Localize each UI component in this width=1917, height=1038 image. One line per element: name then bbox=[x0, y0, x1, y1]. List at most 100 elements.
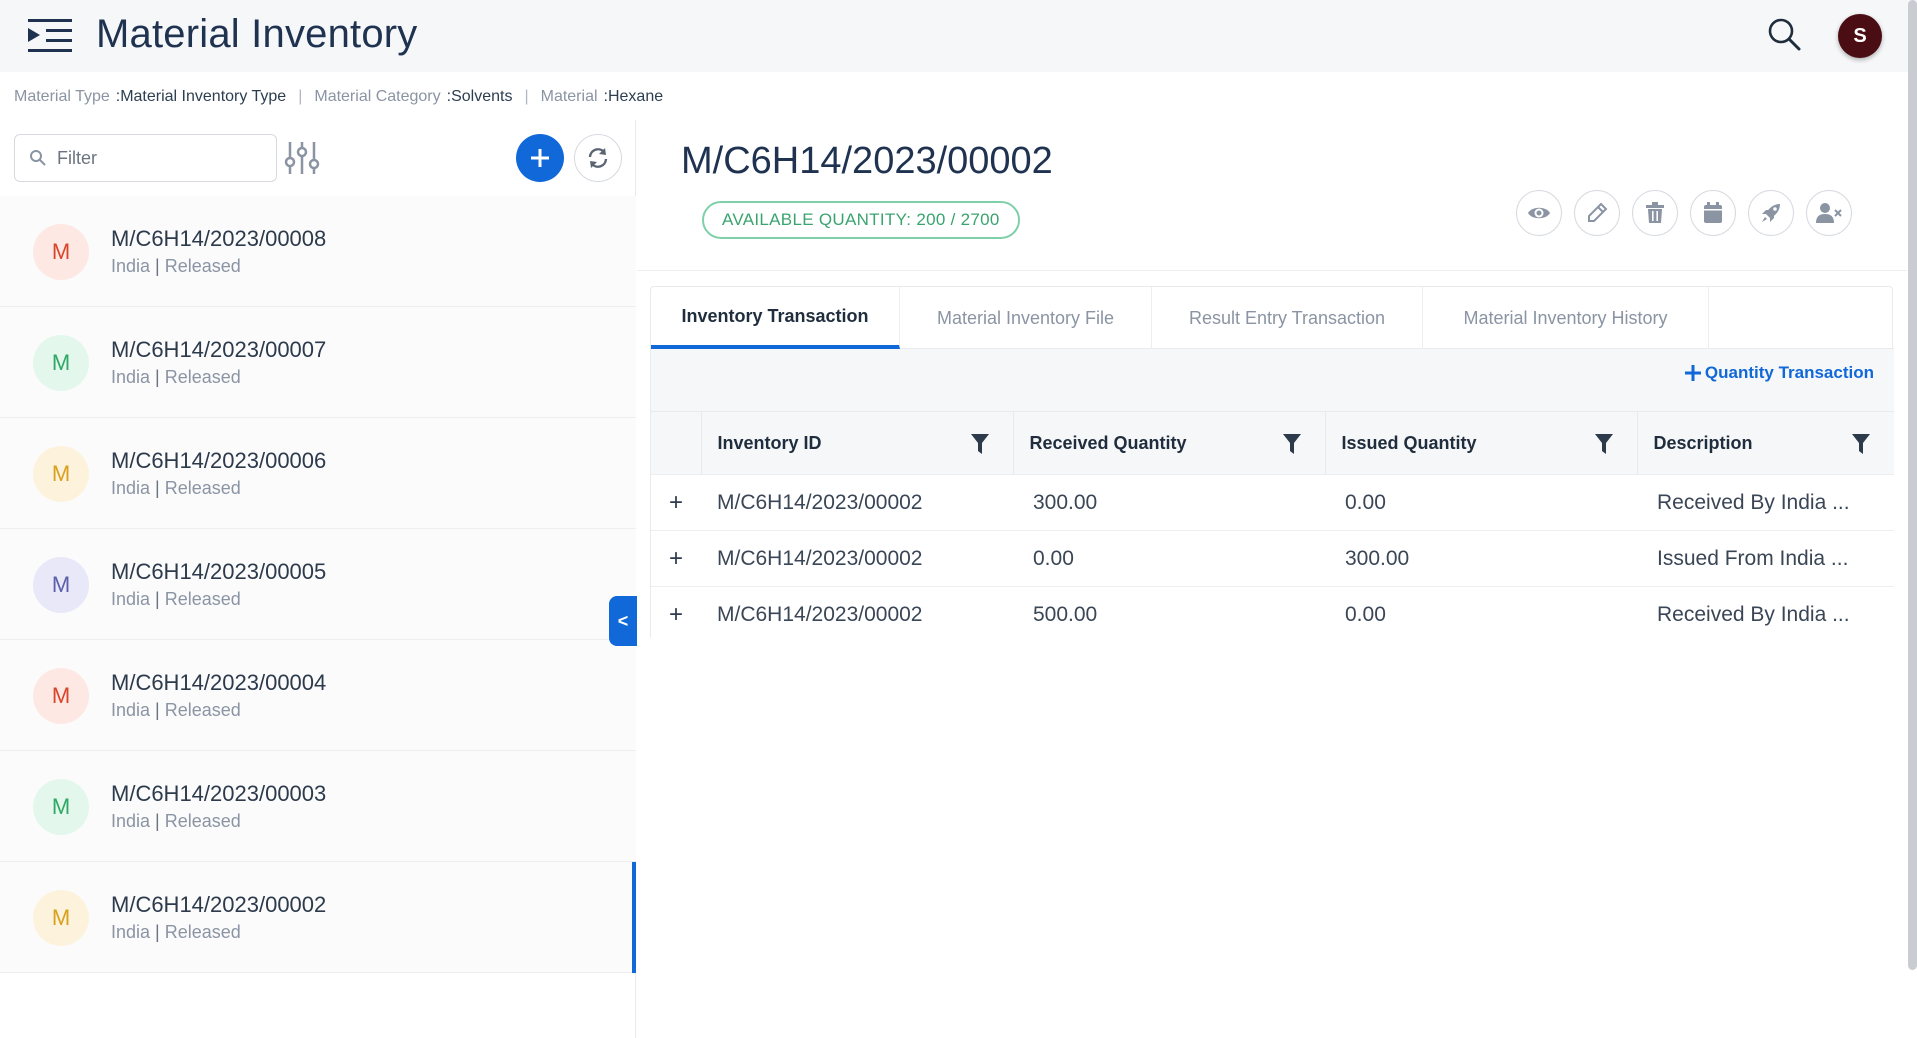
item-status: Released bbox=[164, 700, 241, 720]
column-header-received-quantity[interactable]: Received Quantity bbox=[1012, 411, 1325, 475]
cell-issued-quantity: 0.00 bbox=[1345, 602, 1386, 626]
available-quantity-badge: AVAILABLE QUANTITY: 200 / 2700 bbox=[702, 201, 1020, 239]
breadcrumb-label: Material Type bbox=[14, 88, 110, 105]
expand-row-button[interactable]: + bbox=[651, 531, 701, 587]
release-button[interactable] bbox=[1748, 190, 1794, 236]
tab-inventory-transaction[interactable]: Inventory Transaction bbox=[651, 287, 900, 349]
table-body: + M/C6H14/2023/00002 300.00 0.00 Received By… bbox=[651, 474, 1894, 643]
eye-icon bbox=[1528, 207, 1550, 219]
cell-inventory-id: M/C6H14/2023/00002 bbox=[717, 490, 923, 514]
search-icon bbox=[30, 150, 46, 166]
table-row[interactable]: + M/C6H14/2023/00002 0.00 300.00 Issued From… bbox=[651, 530, 1894, 587]
add-quantity-transaction-link[interactable]: Quantity Transaction bbox=[1684, 363, 1874, 383]
user-avatar[interactable]: S bbox=[1838, 14, 1882, 58]
tab-result-entry-transaction[interactable]: Result Entry Transaction bbox=[1152, 287, 1423, 349]
item-avatar: M bbox=[33, 557, 89, 613]
filter-input[interactable] bbox=[57, 143, 267, 173]
item-subtitle: India | Released bbox=[111, 811, 241, 832]
column-header-description[interactable]: Description bbox=[1636, 411, 1894, 475]
list-item[interactable]: M M/C6H14/2023/00006 India | Released bbox=[0, 418, 636, 529]
expand-column-header bbox=[651, 411, 701, 475]
view-button[interactable] bbox=[1516, 190, 1562, 236]
cell-received-quantity: 500.00 bbox=[1033, 602, 1098, 626]
pencil-icon bbox=[1588, 202, 1608, 222]
tabs-card: Inventory Transaction Material Inventory… bbox=[650, 286, 1894, 643]
item-status: Released bbox=[164, 922, 241, 942]
item-title: M/C6H14/2023/00006 bbox=[111, 448, 327, 473]
breadcrumb-label: Material Category bbox=[314, 88, 441, 105]
calendar-icon bbox=[1704, 202, 1722, 223]
list-item[interactable]: M M/C6H14/2023/00005 India | Released bbox=[0, 529, 636, 640]
item-title: M/C6H14/2023/00002 bbox=[111, 892, 327, 917]
item-subtitle: India | Released bbox=[111, 700, 241, 721]
list-item[interactable]: M M/C6H14/2023/00003 India | Released bbox=[0, 751, 636, 862]
filter-icon[interactable] bbox=[970, 434, 989, 454]
sliders-icon[interactable] bbox=[284, 140, 320, 176]
breadcrumb-value[interactable]: :Hexane bbox=[604, 88, 664, 106]
list-item[interactable]: M M/C6H14/2023/00004 India | Released bbox=[0, 640, 636, 751]
breadcrumb-value[interactable]: :Material Inventory Type bbox=[116, 88, 286, 106]
cell-inventory-id: M/C6H14/2023/00002 bbox=[717, 602, 923, 626]
refresh-icon bbox=[588, 148, 608, 168]
tab-content: Quantity Transaction Inventory ID Receiv… bbox=[651, 349, 1894, 643]
filter-field[interactable] bbox=[14, 134, 277, 182]
cell-issued-quantity: 300.00 bbox=[1345, 546, 1410, 570]
record-detail: M/C6H14/2023/00002 AVAILABLE QUANTITY: 2… bbox=[637, 120, 1907, 1038]
item-subtitle: India | Released bbox=[111, 367, 241, 388]
add-button[interactable] bbox=[516, 134, 564, 182]
collapse-panel-button[interactable]: < bbox=[609, 596, 637, 646]
app-title: Material Inventory bbox=[96, 12, 418, 56]
expand-row-button[interactable]: + bbox=[651, 475, 701, 531]
expand-row-button[interactable]: + bbox=[651, 587, 701, 643]
list-item[interactable]: M M/C6H14/2023/00008 India | Released bbox=[0, 196, 636, 307]
tab-material-inventory-history[interactable]: Material Inventory History bbox=[1423, 287, 1709, 349]
tab-bar: Inventory Transaction Material Inventory… bbox=[651, 287, 1894, 349]
item-avatar: M bbox=[33, 335, 89, 391]
list-item[interactable]: M M/C6H14/2023/00002 India | Released bbox=[0, 862, 636, 973]
user-remove-icon bbox=[1816, 203, 1842, 223]
item-status: Released bbox=[164, 367, 241, 387]
breadcrumb-label: Material bbox=[540, 88, 598, 105]
cell-inventory-id: M/C6H14/2023/00002 bbox=[717, 546, 923, 570]
record-title: M/C6H14/2023/00002 bbox=[681, 140, 1053, 182]
breadcrumb-separator: | bbox=[298, 88, 303, 105]
remove-user-button[interactable] bbox=[1806, 190, 1852, 236]
cell-description: Received By India ... bbox=[1657, 602, 1850, 626]
item-title: M/C6H14/2023/00003 bbox=[111, 781, 327, 806]
filter-icon[interactable] bbox=[1594, 434, 1613, 454]
item-separator: | bbox=[155, 700, 160, 720]
column-header-label: Received Quantity bbox=[1029, 432, 1187, 453]
breadcrumb: Material Type :Material Inventory Type |… bbox=[14, 86, 663, 108]
filter-icon[interactable] bbox=[1282, 434, 1301, 454]
item-status: Released bbox=[164, 811, 241, 831]
record-list-panel: MM/C6H14/2023/00008India|ReleasedMM/C6H1… bbox=[0, 120, 636, 1038]
item-status: Released bbox=[164, 256, 241, 276]
item-separator: | bbox=[155, 589, 160, 609]
column-header-issued-quantity[interactable]: Issued Quantity bbox=[1324, 411, 1637, 475]
search-icon[interactable] bbox=[1766, 16, 1802, 52]
top-bar: Material Inventory S bbox=[0, 0, 1917, 72]
column-header-label: Description bbox=[1653, 432, 1753, 453]
edit-button[interactable] bbox=[1574, 190, 1620, 236]
list-item[interactable]: M M/C6H14/2023/00007 India | Released bbox=[0, 307, 636, 418]
item-title: M/C6H14/2023/00005 bbox=[111, 559, 327, 584]
column-header-label: Inventory ID bbox=[717, 432, 822, 453]
refresh-button[interactable] bbox=[574, 134, 622, 182]
schedule-button[interactable] bbox=[1690, 190, 1736, 236]
item-avatar: M bbox=[33, 890, 89, 946]
column-header-inventory-id[interactable]: Inventory ID bbox=[700, 411, 1013, 475]
item-status: Released bbox=[164, 478, 241, 498]
table-row[interactable]: + M/C6H14/2023/00002 300.00 0.00 Received By… bbox=[651, 474, 1894, 531]
item-subtitle: India | Released bbox=[111, 478, 241, 499]
menu-icon[interactable] bbox=[28, 18, 72, 54]
item-site: India bbox=[111, 589, 151, 609]
item-subtitle: India | Released bbox=[111, 922, 241, 943]
plus-icon bbox=[1684, 365, 1701, 381]
breadcrumb-value[interactable]: :Solvents bbox=[447, 88, 513, 106]
page-scrollbar[interactable] bbox=[1908, 0, 1917, 970]
table-row[interactable]: + M/C6H14/2023/00002 500.00 0.00 Received By… bbox=[651, 586, 1894, 643]
filter-icon[interactable] bbox=[1852, 434, 1870, 454]
item-site: India bbox=[111, 700, 151, 720]
tab-material-inventory-file[interactable]: Material Inventory File bbox=[900, 287, 1152, 349]
delete-button[interactable] bbox=[1632, 190, 1678, 236]
